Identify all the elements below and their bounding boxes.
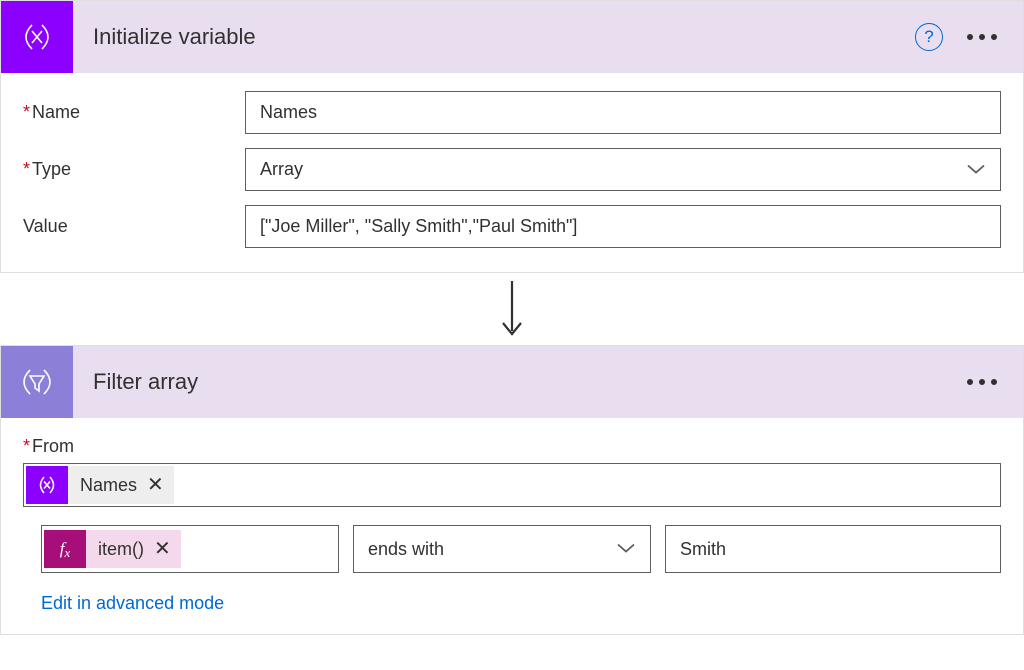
expression-token[interactable]: fx item() ✕ (44, 530, 181, 568)
type-select[interactable]: Array (245, 148, 1001, 191)
filter-right-input[interactable]: Smith (665, 525, 1001, 573)
type-value: Array (260, 159, 303, 179)
help-icon[interactable]: ? (915, 23, 943, 51)
operator-value: ends with (368, 539, 444, 560)
card-header[interactable]: Filter array (1, 346, 1023, 418)
close-icon[interactable]: ✕ (147, 475, 164, 495)
variable-icon (26, 466, 68, 504)
value-row: Value (23, 205, 1001, 248)
flow-arrow (0, 273, 1024, 345)
edit-advanced-link[interactable]: Edit in advanced mode (23, 593, 1001, 614)
compare-value: Smith (680, 539, 726, 560)
filter-left-input[interactable]: fx item() ✕ (41, 525, 339, 573)
variable-icon (1, 1, 73, 73)
card-title: Filter array (93, 369, 961, 395)
chevron-down-icon (966, 159, 986, 180)
type-row: *Type Array (23, 148, 1001, 191)
operator-select[interactable]: ends with (353, 525, 651, 573)
name-input[interactable] (245, 91, 1001, 134)
card-header[interactable]: Initialize variable ? (1, 1, 1023, 73)
close-icon[interactable]: ✕ (154, 539, 171, 559)
chevron-down-icon (616, 539, 636, 560)
name-row: *Name (23, 91, 1001, 134)
initialize-variable-card: Initialize variable ? *Name *Type Array … (0, 0, 1024, 273)
from-label: *From (23, 436, 1001, 457)
filter-icon (1, 346, 73, 418)
card-title: Initialize variable (93, 24, 915, 50)
more-menu-icon[interactable] (961, 28, 1003, 46)
more-menu-icon[interactable] (961, 373, 1003, 391)
filter-array-card: Filter array *From Names ✕ (0, 345, 1024, 635)
type-label: *Type (23, 159, 245, 180)
fx-icon: fx (44, 530, 86, 568)
card-body: *From Names ✕ fx (1, 418, 1023, 634)
token-label: item() (86, 539, 154, 560)
card-body: *Name *Type Array Value (1, 73, 1023, 272)
token-label: Names (68, 475, 147, 496)
value-input[interactable] (245, 205, 1001, 248)
filter-condition-row: fx item() ✕ ends with Smith (23, 525, 1001, 573)
value-label: Value (23, 216, 245, 237)
from-token[interactable]: Names ✕ (26, 466, 174, 504)
from-input[interactable]: Names ✕ (23, 463, 1001, 507)
name-label: *Name (23, 102, 245, 123)
